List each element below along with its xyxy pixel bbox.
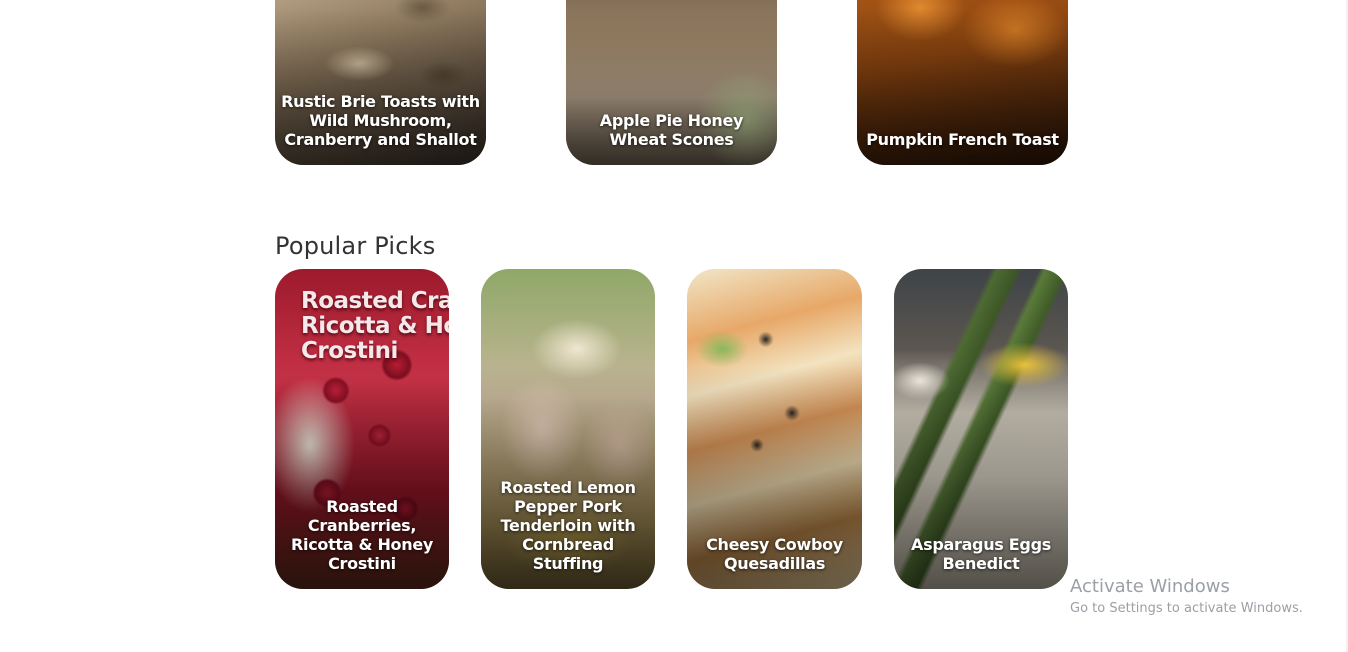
recipe-card-cowboy-quesadillas[interactable]: Cheesy Cowboy Quesadillas	[687, 269, 862, 589]
recipe-card-title: Roasted Cranberries, Ricotta & Honey Cro…	[290, 497, 434, 573]
watermark-subtitle: Go to Settings to activate Windows.	[1070, 601, 1303, 616]
recipe-card-pork-tenderloin[interactable]: Roasted Lemon Pepper Pork Tenderloin wit…	[481, 269, 655, 589]
recipe-card-title: Apple Pie Honey Wheat Scones	[599, 111, 744, 149]
recipe-card-title: Pumpkin French Toast	[866, 130, 1059, 149]
recipe-card-title: Rustic Brie Toasts with Wild Mushroom, C…	[281, 92, 480, 149]
photo-overlay-text: Roasted Cran Ricotta & Ho Crostini	[301, 288, 449, 364]
recipe-card-title: Cheesy Cowboy Quesadillas	[706, 535, 843, 573]
recipe-card-pumpkin-toast[interactable]: Pumpkin French Toast	[857, 0, 1068, 165]
recipe-card-title: Roasted Lemon Pepper Pork Tenderloin wit…	[500, 478, 636, 573]
watermark-title: Activate Windows	[1070, 576, 1230, 597]
recipe-card-cranberry-crostini[interactable]: Roasted Cran Ricotta & Ho Crostini Roast…	[275, 269, 449, 589]
windows-activation-watermark: Activate Windows Go to Settings to activ…	[1070, 576, 1303, 618]
recipe-card-rustic-brie[interactable]: Rustic Brie Toasts with Wild Mushroom, C…	[275, 0, 486, 165]
recipe-card-asparagus-benedict[interactable]: Asparagus Eggs Benedict	[894, 269, 1068, 589]
page: Rustic Brie Toasts with Wild Mushroom, C…	[0, 0, 1348, 652]
recipe-card-apple-scones[interactable]: Apple Pie Honey Wheat Scones	[566, 0, 777, 165]
section-title-popular-picks: Popular Picks	[275, 232, 436, 260]
recipe-card-title: Asparagus Eggs Benedict	[911, 535, 1051, 573]
